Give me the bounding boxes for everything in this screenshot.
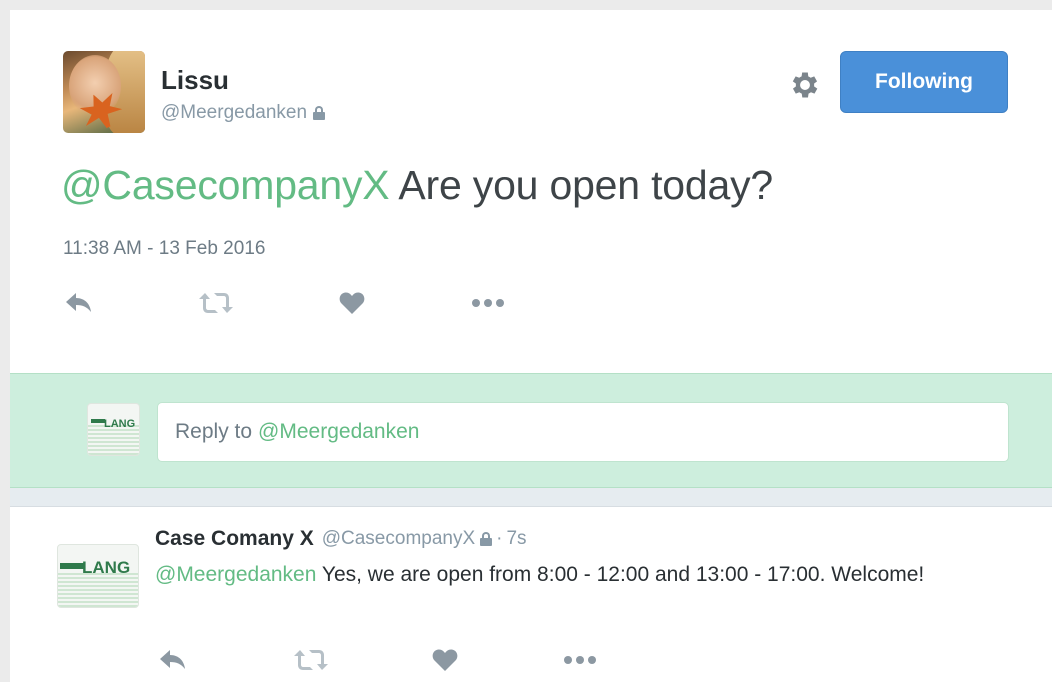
reply-placeholder-prefix: Reply to xyxy=(175,420,253,443)
reply-tweet: LANG Case Comany X @CasecompanyX · 7s @M… xyxy=(10,507,1052,682)
reply-author-avatar[interactable]: LANG xyxy=(57,544,139,608)
reply-header: Case Comany X @CasecompanyX · 7s xyxy=(155,527,527,551)
author-name[interactable]: Lissu xyxy=(161,65,229,96)
more-icon[interactable] xyxy=(470,288,506,318)
separator-dot: · xyxy=(496,528,503,549)
reply-time[interactable]: 7s xyxy=(506,528,526,550)
reply-compose-area: LANG Reply to @Meergedanken xyxy=(10,373,1052,488)
tweet-mention-link[interactable]: @CasecompanyX xyxy=(61,162,390,208)
author-handle-text[interactable]: @Meergedanken xyxy=(161,102,307,124)
author-handle[interactable]: @Meergedanken xyxy=(161,102,326,124)
reply-body-text: Yes, we are open from 8:00 - 12:00 and 1… xyxy=(316,563,925,586)
my-avatar: LANG xyxy=(87,403,140,456)
following-button[interactable]: Following xyxy=(840,51,1008,113)
reply-author-handle-text[interactable]: @CasecompanyX xyxy=(322,528,475,550)
tweet-card: Lissu @Meergedanken Following @Casecompa… xyxy=(10,10,1052,682)
reply-text: @Meergedanken Yes, we are open from 8:00… xyxy=(155,560,1015,589)
reply-placeholder-mention: @Meergedanken xyxy=(258,420,420,443)
more-icon[interactable] xyxy=(562,645,598,675)
like-icon[interactable] xyxy=(430,645,460,675)
tweet-timestamp[interactable]: 11:38 AM - 13 Feb 2016 xyxy=(63,238,265,260)
lock-icon xyxy=(313,106,326,120)
main-tweet: Lissu @Meergedanken Following @Casecompa… xyxy=(10,10,1052,373)
tweet-body: Are you open today? xyxy=(389,162,773,208)
reply-author-name[interactable]: Case Comany X xyxy=(155,527,314,551)
like-icon[interactable] xyxy=(337,288,367,318)
reply-icon[interactable] xyxy=(157,645,189,675)
reply-author-handle[interactable]: @CasecompanyX xyxy=(322,528,493,550)
reply-tweet-actions xyxy=(10,645,630,675)
gear-icon[interactable] xyxy=(788,68,822,102)
avatar-logo-text: LANG xyxy=(104,418,135,430)
author-avatar[interactable] xyxy=(63,51,145,133)
reply-input[interactable]: Reply to @Meergedanken xyxy=(157,402,1009,462)
retweet-icon[interactable] xyxy=(198,288,234,318)
tweet-actions xyxy=(10,288,530,318)
reply-avatar-logo-text: LANG xyxy=(82,558,130,577)
tweet-text: @CasecompanyX Are you open today? xyxy=(61,162,773,209)
reply-icon[interactable] xyxy=(63,288,95,318)
retweet-icon[interactable] xyxy=(293,645,329,675)
lock-icon xyxy=(480,532,493,546)
divider xyxy=(10,488,1052,507)
reply-mention-link[interactable]: @Meergedanken xyxy=(155,563,316,586)
